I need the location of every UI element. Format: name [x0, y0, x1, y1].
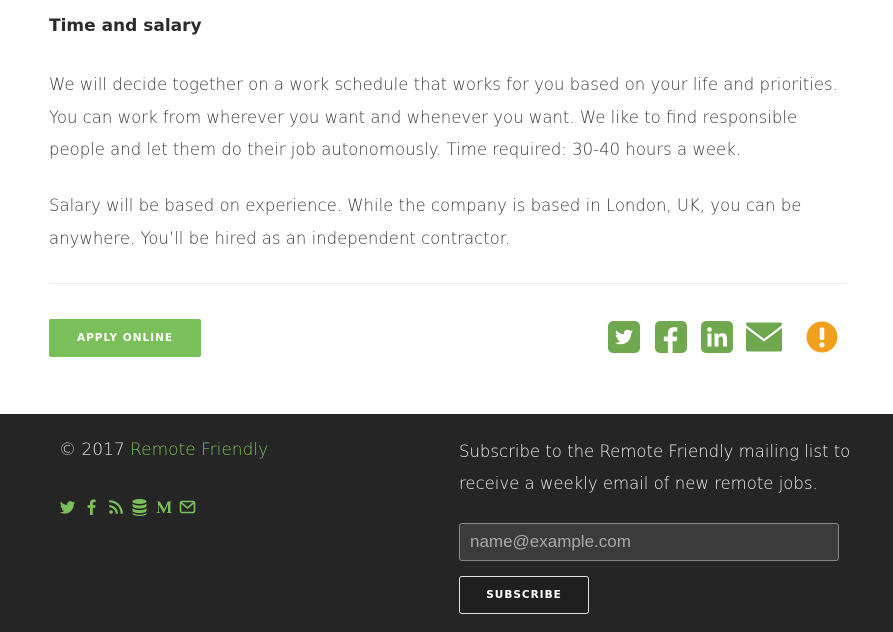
- twitter-icon[interactable]: [59, 498, 76, 516]
- envelope-icon[interactable]: [179, 498, 196, 516]
- email-icon[interactable]: [744, 320, 784, 354]
- salary-paragraph: Salary will be based on experience. Whil…: [49, 196, 802, 248]
- rss-icon[interactable]: [107, 498, 124, 516]
- copyright: © 2017 Remote Friendly: [59, 440, 268, 460]
- subscribe-text: Subscribe to the Remote Friendly mailing…: [459, 442, 851, 493]
- schedule-paragraph: We will decide together on a work schedu…: [49, 75, 838, 159]
- subscribe-button[interactable]: SUBSCRIBE: [459, 576, 589, 614]
- section-title: Time and salary: [49, 16, 202, 36]
- remote-friendly-link[interactable]: Remote Friendly: [130, 440, 268, 460]
- divider: [49, 283, 847, 284]
- copyright-text: © 2017: [59, 440, 131, 460]
- email-field[interactable]: [459, 523, 839, 561]
- apply-online-button[interactable]: APPLY ONLINE: [49, 319, 201, 357]
- database-icon[interactable]: [131, 498, 148, 516]
- facebook-icon[interactable]: [83, 498, 100, 516]
- social-links: [59, 498, 196, 516]
- site-footer: © 2017 Remote Friendly Subscribe to the …: [0, 414, 893, 632]
- twitter-icon[interactable]: [608, 320, 640, 354]
- medium-icon[interactable]: [155, 498, 172, 516]
- report-icon[interactable]: [805, 320, 839, 354]
- facebook-icon[interactable]: [655, 320, 687, 354]
- linkedin-icon[interactable]: [701, 320, 733, 354]
